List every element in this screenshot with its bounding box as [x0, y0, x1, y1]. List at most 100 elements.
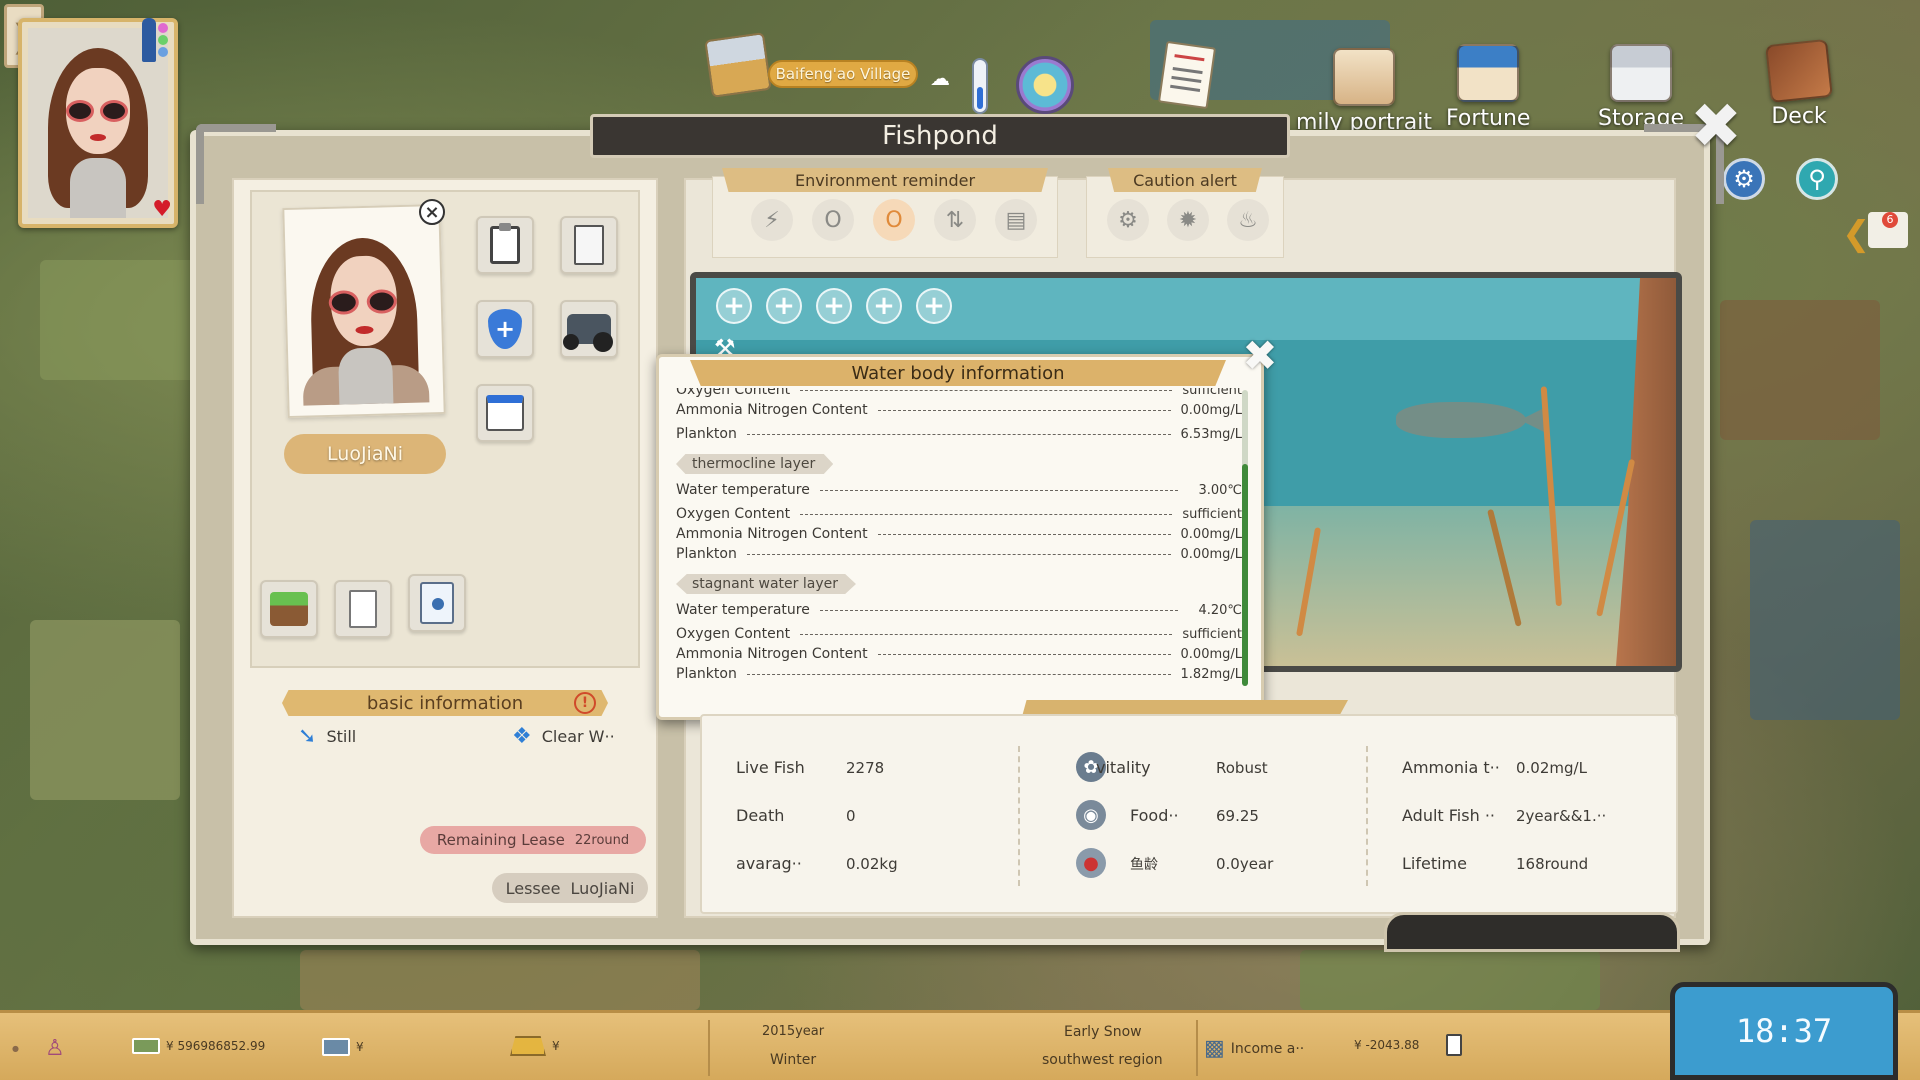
water-drop-icon: ➘ — [298, 724, 317, 749]
fish-age-icon: ● — [1076, 848, 1106, 878]
water-row-key: Ammonia Nitrogen Content — [676, 526, 868, 542]
water-row: Plankton 0.00mg/L — [676, 542, 1242, 566]
game-clock[interactable]: 18:37 — [1670, 982, 1898, 1080]
layer-tag-thermocline: thermocline layer — [676, 454, 834, 474]
feed-bucket-icon[interactable]: ▤ — [995, 199, 1037, 241]
water-row-key: Plankton — [676, 426, 737, 442]
oxygen-warning-icon[interactable]: O — [873, 199, 915, 241]
income-display[interactable]: ▩ Income a·· — [1204, 1036, 1304, 1061]
lifetime-label: Lifetime — [1402, 854, 1467, 873]
death-value: 0 — [846, 807, 856, 825]
fish-food-icon: ◉ — [1076, 800, 1106, 830]
region-display: southwest region — [1042, 1052, 1163, 1068]
water-row-value: 0.00mg/L — [1180, 646, 1242, 662]
fortune-button[interactable]: Fortune — [1446, 44, 1530, 131]
notification-bell-icon[interactable]: 6 — [1868, 212, 1908, 248]
chevron-left-icon[interactable]: ❮ — [1842, 214, 1871, 254]
lessee-value: LuoJiaNi — [570, 878, 635, 898]
water-row-key: Water temperature — [676, 602, 810, 618]
add-slot-button[interactable]: + — [866, 288, 902, 324]
virus-gear-icon[interactable]: ⚙ — [1107, 199, 1149, 241]
calendar-button[interactable] — [476, 384, 534, 442]
water-flow-status: ➘ Still — [298, 724, 356, 749]
contract-button[interactable] — [334, 580, 392, 638]
basic-info-title: basic information — [282, 690, 608, 716]
vitality-value: Robust — [1216, 759, 1268, 777]
insurance-button[interactable]: + — [476, 300, 534, 358]
lightning-icon[interactable]: ⚡ — [751, 199, 793, 241]
gold-display[interactable]: ¥ — [510, 1036, 560, 1056]
worker-profile-button[interactable] — [408, 574, 466, 632]
water-row-value: 4.20℃ — [1198, 602, 1242, 618]
remaining-lease-label: Remaining Lease — [436, 831, 565, 849]
water-row-key: Plankton — [676, 546, 737, 562]
calendar-icon — [486, 395, 524, 431]
profile-photo — [282, 203, 446, 419]
cash-icon — [132, 1038, 160, 1054]
settings-gear-icon[interactable]: ⚙ — [1723, 158, 1765, 200]
water-row-key: Water temperature — [676, 482, 810, 498]
thermometer-icon[interactable] — [972, 58, 988, 114]
contract-document-icon — [349, 590, 377, 628]
gold-bar-icon — [510, 1036, 546, 1056]
tractor-button[interactable] — [560, 300, 618, 358]
circulation-arrows-icon[interactable]: ⇅ — [934, 199, 976, 241]
money-display[interactable]: ¥ 596986852.99 — [132, 1038, 265, 1054]
caution-alert-title: Caution alert — [1108, 168, 1262, 192]
add-slot-button[interactable]: + — [916, 288, 952, 324]
warning-icon[interactable]: ! — [574, 692, 596, 714]
compass-dial-icon[interactable] — [1016, 56, 1074, 114]
card-value: ¥ — [356, 1040, 364, 1054]
bacteria-icon[interactable]: ✹ — [1167, 199, 1209, 241]
land-button[interactable] — [260, 580, 318, 638]
add-slot-button[interactable]: + — [766, 288, 802, 324]
social-relations-icon[interactable] — [142, 14, 192, 66]
storage-button[interactable]: Storage — [1598, 44, 1684, 131]
water-row: Plankton 6.53mg/L — [676, 422, 1242, 446]
village-badge[interactable]: Baifeng'ao Village — [704, 32, 918, 98]
water-row: Ammonia Nitrogen Content 0.00mg/L — [676, 526, 1242, 542]
live-fish-value: 2278 — [846, 759, 885, 777]
village-house-icon — [704, 32, 772, 98]
water-flow-text: Still — [326, 727, 357, 746]
income-label: Income a·· — [1230, 1040, 1305, 1057]
deck-button[interactable]: Deck — [1765, 38, 1833, 129]
add-slot-button[interactable]: + — [716, 288, 752, 324]
panel-tab-handle[interactable] — [1384, 912, 1680, 952]
fire-icon[interactable]: ♨ — [1227, 199, 1269, 241]
player-status-icon[interactable]: ● ♙ — [12, 1036, 65, 1061]
close-window-button[interactable]: ✖ — [1688, 95, 1744, 157]
adult-fish-value: 2year&&1.·· — [1516, 807, 1607, 825]
water-row-value: 0.00mg/L — [1180, 402, 1242, 418]
bank-card-display[interactable]: ¥ — [322, 1038, 364, 1056]
ledger-button[interactable] — [1446, 1034, 1462, 1056]
money-value: ¥ 596986852.99 — [166, 1039, 266, 1053]
storage-icon — [1610, 44, 1673, 102]
water-row-value: sufficient — [1182, 506, 1242, 522]
water-list-scroll-thumb[interactable] — [1242, 464, 1248, 686]
water-row-key: Oxygen Content — [676, 388, 791, 398]
remove-profile-button[interactable]: × — [419, 199, 445, 225]
family-portrait-button[interactable]: mily portrait — [1296, 48, 1432, 135]
environment-reminder-title: Environment reminder — [722, 168, 1048, 192]
water-body-list[interactable]: Oxygen Content sufficient Ammonia Nitroge… — [676, 388, 1242, 704]
water-body-title: Water body information — [690, 360, 1226, 386]
water-row-value: sufficient — [1182, 388, 1242, 398]
age-label: 鱼龄 — [1130, 857, 1158, 873]
ammonia-label: Ammonia t·· — [1402, 758, 1500, 777]
search-map-icon[interactable]: ⚲ — [1796, 158, 1838, 200]
clipboard-button[interactable] — [476, 216, 534, 274]
weather-display: Early Snow — [1064, 1024, 1142, 1040]
add-slot-button[interactable]: + — [816, 288, 852, 324]
ammonia-value: 0.02mg/L — [1516, 759, 1587, 777]
close-popup-button[interactable]: ✖ — [1242, 335, 1278, 377]
close-icon: ✖ — [1690, 89, 1742, 162]
player-name: LuoJiaNi — [284, 434, 446, 474]
water-row-value: sufficient — [1182, 626, 1242, 642]
water-row-value: 1.82mg/L — [1180, 666, 1242, 682]
checklist-button[interactable] — [560, 216, 618, 274]
family-portrait-icon — [1333, 48, 1396, 106]
oxygen-icon[interactable]: O — [812, 199, 854, 241]
document-list-icon[interactable] — [1157, 40, 1217, 110]
clipboard-icon — [490, 223, 520, 264]
